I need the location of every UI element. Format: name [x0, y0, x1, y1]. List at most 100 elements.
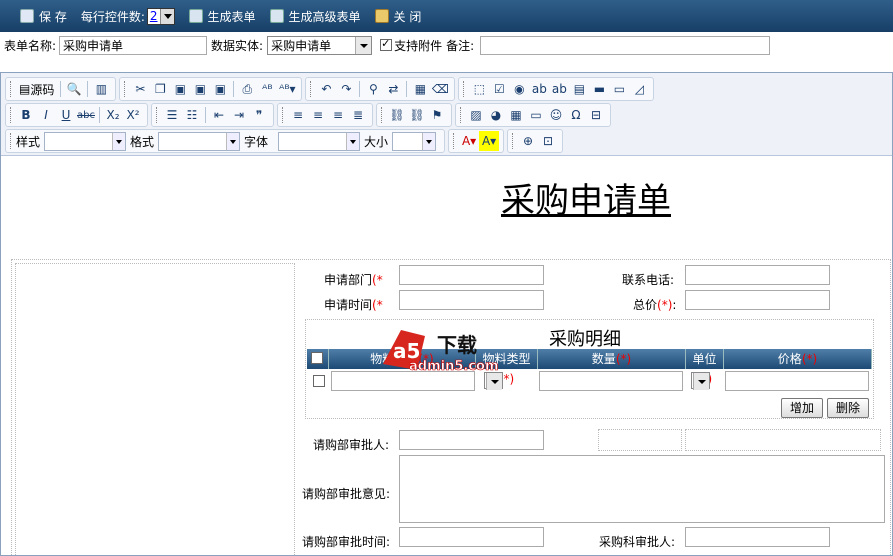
generate-form-button[interactable]: 生成表单 [188, 8, 256, 25]
cut-icon[interactable]: ✂ [130, 79, 150, 99]
rows-per-line: 每行控件数: 2 [81, 7, 175, 25]
button-icon[interactable]: ▬ [589, 79, 609, 99]
phone-input[interactable] [685, 265, 830, 285]
total-price-input[interactable] [685, 290, 830, 310]
select-all-icon[interactable]: ▦ [410, 79, 430, 99]
col-quantity: 数量(*) [538, 349, 686, 369]
justify-icon[interactable]: ≣ [348, 105, 368, 125]
form-icon[interactable]: ⬚ [469, 79, 489, 99]
dept-opinion-label: 请购部审批意见: [302, 487, 391, 501]
select-icon[interactable]: ▤ [569, 79, 589, 99]
material-type-select[interactable] [484, 372, 503, 390]
outdent-icon[interactable]: ⇤ [209, 105, 229, 125]
note-input[interactable] [480, 35, 771, 55]
form-name-label: 表单名称: [4, 38, 57, 53]
purchase-approver-label: 采购科审批人: [599, 535, 676, 549]
superscript-icon[interactable]: X² [123, 105, 143, 125]
font-combo[interactable] [278, 131, 361, 151]
show-blocks-icon[interactable]: ⊡ [538, 131, 558, 151]
horizontal-rule-icon[interactable]: ▭ [526, 105, 546, 125]
exit-icon [374, 9, 389, 23]
image-icon[interactable]: ▨ [466, 105, 486, 125]
add-row-button[interactable]: 增加 [781, 398, 823, 418]
undo-icon[interactable]: ↶ [316, 79, 336, 99]
chevron-down-icon [346, 132, 360, 150]
chevron-down-icon [226, 132, 240, 150]
source-button[interactable]: ▤ 源码 [16, 79, 57, 99]
hidden-field-icon[interactable]: ◿ [629, 79, 649, 99]
text-color-icon[interactable]: A▾ [459, 131, 479, 151]
save-button[interactable]: 保 存 [20, 8, 67, 25]
chevron-down-icon [159, 8, 174, 24]
top-toolbar: 保 存 每行控件数: 2 生成表单 生成高级表单 关 闭 [0, 0, 893, 32]
toolbar-row-3: 样式 格式 字体 大小 A▾ A▾ ⊕ ⊡ [5, 129, 566, 153]
bulleted-list-icon[interactable]: ☷ [182, 105, 202, 125]
strikethrough-icon[interactable]: abc [76, 105, 96, 125]
maximize-icon[interactable]: ⊕ [518, 131, 538, 151]
paste-word-icon[interactable]: ▣ [210, 79, 230, 99]
department-input[interactable] [399, 265, 544, 285]
attachment-checkbox[interactable] [380, 37, 393, 51]
entity-select[interactable]: 采购申请单 [267, 35, 373, 55]
row-checkbox[interactable] [313, 375, 325, 387]
dept-approval-time-input[interactable] [399, 527, 544, 547]
preview-icon[interactable]: 🔍 [64, 79, 84, 99]
anchor-icon[interactable]: ⚑ [427, 105, 447, 125]
close-button[interactable]: 关 闭 [374, 8, 421, 25]
copy-icon[interactable]: ❐ [150, 79, 170, 99]
radio-icon[interactable]: ◉ [509, 79, 529, 99]
generate-icon [188, 9, 203, 23]
smiley-icon[interactable]: ☺ [546, 105, 566, 125]
dept-approver-label: 请购部审批人: [313, 438, 390, 452]
link-icon[interactable]: ⛓ [387, 105, 407, 125]
find-icon[interactable]: ⚲ [363, 79, 383, 99]
spellcheck-menu-icon[interactable]: ᴬᴮ▾ [277, 79, 297, 99]
select-all-checkbox[interactable] [310, 352, 323, 364]
dept-opinion-textarea[interactable] [399, 455, 885, 523]
template-icon[interactable]: ▥ [91, 79, 111, 99]
textarea-icon[interactable]: ab [549, 79, 569, 99]
unlink-icon[interactable]: ⛓ [407, 105, 427, 125]
print-icon[interactable]: ⎙ [237, 79, 257, 99]
paste-icon[interactable]: ▣ [170, 79, 190, 99]
indent-icon[interactable]: ⇥ [229, 105, 249, 125]
blockquote-icon[interactable]: ❞ [249, 105, 269, 125]
italic-icon[interactable]: I [36, 105, 56, 125]
price-input[interactable] [725, 371, 869, 391]
image-button-icon[interactable]: ▭ [609, 79, 629, 99]
special-char-icon[interactable]: Ω [566, 105, 586, 125]
col-price: 价格(*) [724, 349, 872, 369]
style-combo[interactable] [44, 131, 127, 151]
checkbox-icon[interactable]: ☑ [489, 79, 509, 99]
size-combo[interactable] [392, 131, 437, 151]
spellcheck-icon[interactable]: ᴬᴮ [257, 79, 277, 99]
table-icon[interactable]: ▦ [506, 105, 526, 125]
align-center-icon[interactable]: ≡ [308, 105, 328, 125]
dept-approver-input[interactable] [399, 430, 544, 450]
unit-select[interactable] [691, 372, 710, 390]
underline-icon[interactable]: U [56, 105, 76, 125]
bg-color-icon[interactable]: A▾ [479, 131, 500, 151]
apply-time-input[interactable] [399, 290, 544, 310]
page-break-icon[interactable]: ⊟ [586, 105, 606, 125]
replace-icon[interactable]: ⇄ [383, 79, 403, 99]
generate-advanced-form-button[interactable]: 生成高级表单 [269, 8, 361, 25]
paste-text-icon[interactable]: ▣ [190, 79, 210, 99]
redo-icon[interactable]: ↷ [336, 79, 356, 99]
eraser-icon[interactable]: ⌫ [430, 79, 450, 99]
quantity-input[interactable] [539, 371, 683, 391]
purchase-approver-input[interactable] [685, 527, 830, 547]
align-right-icon[interactable]: ≡ [328, 105, 348, 125]
chevron-down-icon [355, 36, 372, 54]
format-combo[interactable] [158, 131, 241, 151]
bold-icon[interactable]: B [16, 105, 36, 125]
subscript-icon[interactable]: X₂ [103, 105, 123, 125]
numbered-list-icon[interactable]: ☰ [162, 105, 182, 125]
flash-icon[interactable]: ◕ [486, 105, 506, 125]
align-left-icon[interactable]: ≡ [288, 105, 308, 125]
textfield-icon[interactable]: ab [529, 79, 549, 99]
rows-select[interactable]: 2 [146, 7, 175, 25]
delete-row-button[interactable]: 删除 [827, 398, 869, 418]
form-name-input[interactable] [59, 35, 208, 55]
chevron-down-icon [693, 373, 709, 390]
